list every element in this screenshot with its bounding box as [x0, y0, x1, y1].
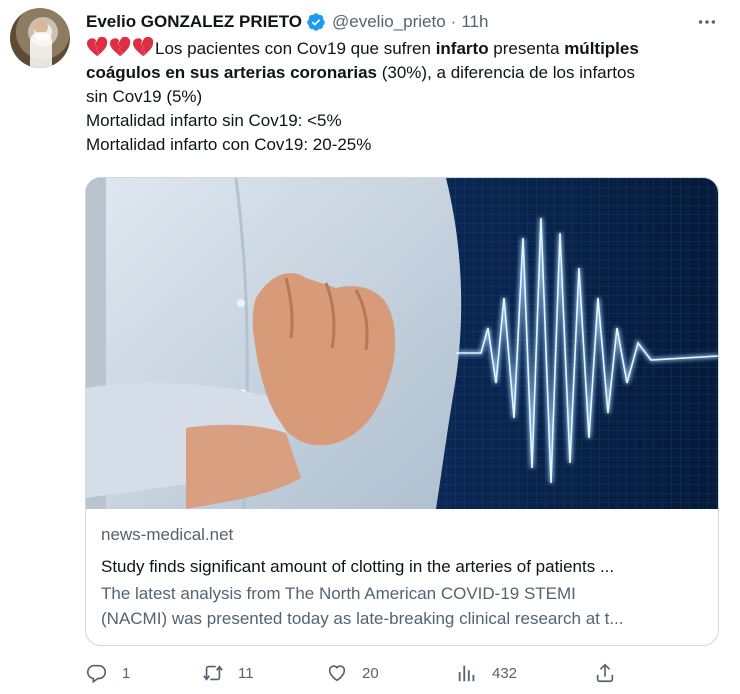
heart-icon	[328, 665, 346, 682]
reply-icon	[87, 664, 107, 684]
reply-button[interactable]: 1	[86, 660, 130, 686]
tweet-line-1: Los pacientes con Cov19 que sufren infar…	[86, 37, 718, 61]
tweet-header: Evelio GONZALEZ PRIETO @evelio_prieto · …	[86, 10, 488, 34]
tweet-text-bold: coágulos en sus arterias coronarias	[86, 63, 378, 82]
views-button[interactable]: 432	[456, 660, 517, 686]
card-description-line-2: (NACMI) was presented today as late-brea…	[101, 609, 624, 628]
like-count: 20	[362, 664, 379, 682]
views-count: 432	[492, 664, 518, 682]
author-name[interactable]: Evelio GONZALEZ PRIETO	[86, 12, 302, 32]
retweet-icon	[203, 665, 223, 681]
card-meta: news-medical.net Study finds significant…	[101, 523, 705, 631]
verified-badge-icon	[307, 13, 325, 31]
separator-dot: ·	[450, 12, 457, 31]
card-description-line-1: The latest analysis from The North Ameri…	[101, 584, 576, 603]
author-handle[interactable]: @evelio_prieto	[332, 12, 446, 32]
more-options-button[interactable]	[693, 8, 721, 36]
retweet-count: 11	[238, 664, 254, 682]
reply-count: 1	[122, 664, 131, 682]
like-button[interactable]: 20	[326, 660, 379, 686]
tweet-line-5: Mortalidad infarto con Cov19: 20-25%	[86, 135, 372, 154]
tweet-text-segment: presenta	[488, 39, 565, 58]
share-button[interactable]	[594, 660, 616, 686]
avatar-figure	[30, 32, 52, 68]
avatar[interactable]	[10, 8, 70, 68]
more-options-icon	[698, 20, 716, 24]
tweet-text: Los pacientes con Cov19 que sufren infar…	[86, 37, 718, 157]
card-description: The latest analysis from The North Ameri…	[101, 581, 705, 631]
tweet-text-segment: Los pacientes con Cov19 que sufren	[155, 39, 436, 58]
tweet-line-4: Mortalidad infarto sin Cov19: <5%	[86, 111, 342, 130]
retweet-button[interactable]: 11	[202, 660, 254, 686]
tweet-line-2: coágulos en sus arterias coronarias (30%…	[86, 61, 718, 85]
broken-heart-icon	[86, 37, 108, 57]
card-title: Study finds significant amount of clotti…	[101, 557, 615, 576]
tweet-time[interactable]: 11h	[461, 12, 488, 32]
tweet-actions: 1 11 20 432	[86, 660, 626, 686]
link-preview-card[interactable]: news-medical.net Study finds significant…	[85, 177, 719, 646]
share-icon	[596, 663, 614, 683]
broken-heart-icon	[109, 37, 131, 57]
card-image	[86, 178, 718, 509]
tweet-text-bold: infarto	[435, 39, 489, 58]
tweet-line-3: sin Cov19 (5%)	[86, 87, 203, 106]
tweet-text-segment: (30%), a diferencia de los infartos	[377, 63, 635, 82]
tweet-text-bold: múltiples	[564, 39, 639, 58]
broken-heart-icon	[132, 37, 154, 57]
views-chart-icon	[458, 665, 475, 682]
card-domain: news-medical.net	[101, 525, 234, 544]
